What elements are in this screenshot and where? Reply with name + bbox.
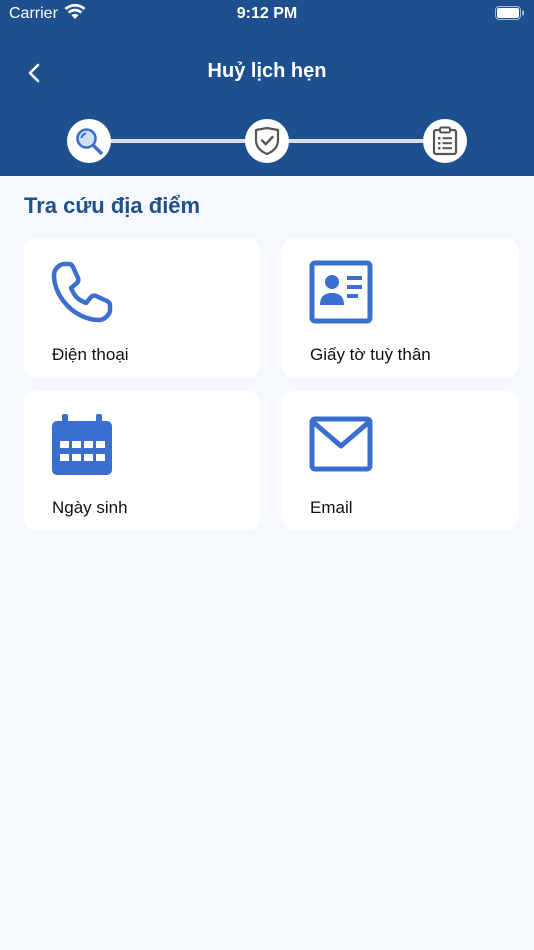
envelope-icon <box>309 413 373 482</box>
option-label: Giấy tờ tuỳ thân <box>310 345 431 364</box>
header-bar: Carrier 9:12 PM Huỷ lịch hẹn <box>0 0 534 176</box>
phone-icon <box>50 260 114 329</box>
step-search <box>67 119 111 163</box>
option-card-id-document[interactable]: Giấy tờ tuỳ thân <box>282 238 518 378</box>
clipboard-icon <box>432 126 458 156</box>
step-connector <box>288 139 428 143</box>
progress-stepper <box>0 115 534 167</box>
option-label: Điện thoại <box>52 345 129 364</box>
step-connector <box>108 139 248 143</box>
search-icon <box>76 128 103 155</box>
option-label: Email <box>310 498 353 517</box>
status-bar: Carrier 9:12 PM <box>0 0 534 28</box>
section-title: Tra cứu địa điểm <box>24 193 201 218</box>
id-card-icon <box>309 260 373 329</box>
option-card-phone[interactable]: Điện thoại <box>24 238 260 378</box>
step-verify <box>245 119 289 163</box>
battery-icon <box>495 6 525 25</box>
calendar-icon <box>50 413 114 482</box>
option-label: Ngày sinh <box>52 498 128 517</box>
page-title: Huỷ lịch hẹn <box>207 60 327 82</box>
step-confirm <box>423 119 467 163</box>
option-card-email[interactable]: Email <box>282 391 518 531</box>
clock: 9:12 PM <box>236 5 298 22</box>
shield-check-icon <box>254 126 280 156</box>
option-card-date-of-birth[interactable]: Ngày sinh <box>24 391 260 531</box>
